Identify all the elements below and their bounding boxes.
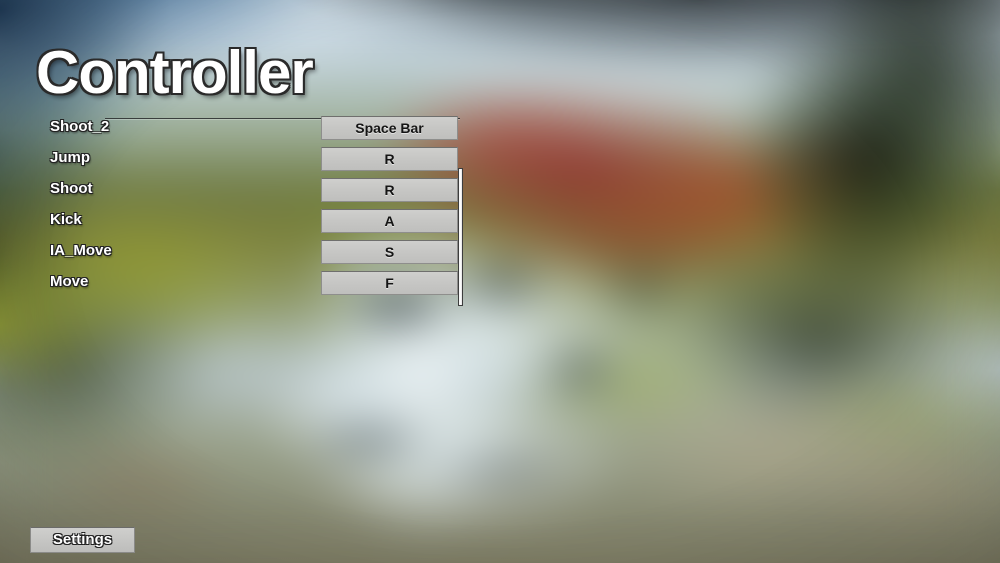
key-bindings-panel: Shoot_2 Space Bar Jump R Shoot R Kick A … (40, 116, 465, 306)
binding-action-label: Shoot (50, 180, 93, 197)
binding-action-label: Shoot_2 (50, 118, 110, 135)
binding-key-button[interactable]: S (321, 240, 458, 264)
binding-key-button[interactable]: R (321, 147, 458, 171)
table-row: Jump R (40, 147, 465, 171)
table-row: Shoot R (40, 178, 465, 202)
settings-button[interactable]: Settings (30, 527, 135, 553)
table-row: IA_Move S (40, 240, 465, 264)
table-row: Kick A (40, 209, 465, 233)
binding-action-label: Jump (50, 149, 91, 166)
binding-key-button[interactable]: Space Bar (321, 116, 458, 140)
table-row: Shoot_2 Space Bar (40, 116, 465, 140)
binding-action-label: Move (50, 273, 89, 290)
game-settings-screen: Controller Shoot_2 Space Bar Jump R Shoo… (0, 0, 1000, 563)
menu-overlay: Controller Shoot_2 Space Bar Jump R Shoo… (0, 0, 1000, 563)
vertical-scrollbar[interactable] (458, 168, 463, 306)
binding-action-label: Kick (50, 211, 82, 228)
binding-key-button[interactable]: F (321, 271, 458, 295)
binding-action-label: IA_Move (50, 242, 112, 259)
page-title: Controller (36, 39, 314, 106)
binding-key-button[interactable]: A (321, 209, 458, 233)
table-row: Move F (40, 271, 465, 295)
binding-key-button[interactable]: R (321, 178, 458, 202)
